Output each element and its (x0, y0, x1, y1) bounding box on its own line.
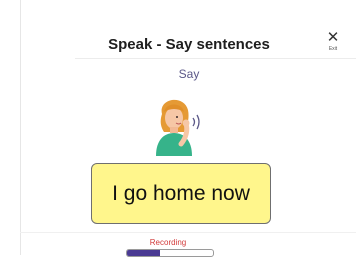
speaking-person-icon (156, 99, 200, 156)
exit-button[interactable]: ✕ Exit (323, 29, 343, 55)
recording-label: Recording (149, 238, 187, 247)
sentence-card[interactable]: I go home now (91, 163, 271, 224)
say-prompt: Say (178, 67, 200, 81)
exit-label: Exit (328, 46, 338, 52)
sentence-text: I go home now (112, 181, 250, 205)
recording-progress-bar (126, 249, 214, 257)
recording-progress-fill (127, 250, 160, 256)
close-icon: ✕ (326, 29, 340, 46)
bottom-divider (20, 232, 356, 233)
page-title: Speak - Say sentences (108, 36, 270, 53)
header-divider (75, 58, 356, 59)
